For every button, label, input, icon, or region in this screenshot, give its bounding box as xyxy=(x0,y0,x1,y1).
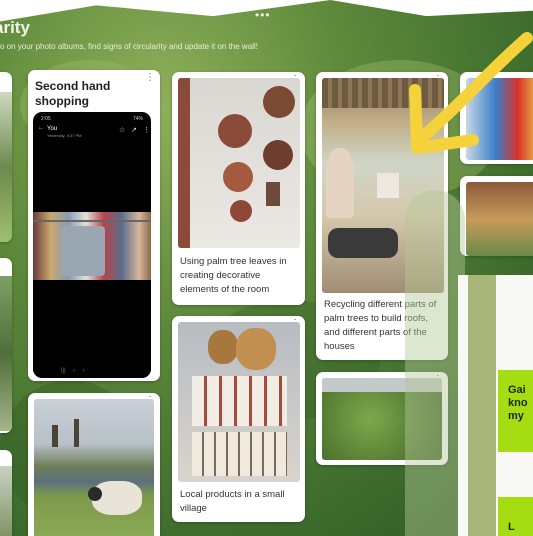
share-icon: ↗ xyxy=(131,127,137,134)
phone-status-battery: 74% xyxy=(132,116,143,122)
clothes-photo xyxy=(33,212,151,280)
board-title: arity xyxy=(0,18,30,37)
post-card[interactable] xyxy=(460,176,533,256)
post-card[interactable] xyxy=(0,258,12,433)
decor-item xyxy=(266,182,280,206)
lime-box-1: Gai kno my xyxy=(498,370,533,452)
post-image xyxy=(0,276,12,431)
post-card-local-products[interactable]: ⋮ Local products in a small village xyxy=(172,316,305,522)
local-products-photo xyxy=(178,322,300,482)
post-heading: Second hand shopping xyxy=(35,79,111,108)
china-set xyxy=(192,432,287,476)
post-image xyxy=(466,182,533,256)
china-set xyxy=(192,376,287,426)
nav-bar-icons: ||| ○ ‹ xyxy=(61,368,85,374)
sheep-head xyxy=(88,487,102,501)
person-shape xyxy=(326,148,354,218)
wall-board: arity o on your photo albums, find signs… xyxy=(0,0,533,536)
decor-circle xyxy=(218,114,252,148)
post-card-sheep[interactable]: ⋮ xyxy=(28,393,160,536)
post-card[interactable] xyxy=(0,450,12,536)
decor-circle xyxy=(263,140,293,170)
lime-text-line: Gai xyxy=(508,384,526,396)
lime-text-line: my xyxy=(508,410,524,422)
post-caption: Using palm tree leaves in creating decor… xyxy=(180,256,287,295)
decor-circle xyxy=(223,162,253,192)
phone-status-time: 2:05 xyxy=(41,116,51,122)
rack-bar xyxy=(33,220,151,222)
chair-shape xyxy=(377,173,399,198)
decor-circle xyxy=(263,86,295,118)
wall-edge xyxy=(178,78,190,248)
post-caption: Local products in a small village xyxy=(180,489,285,514)
sweater-shape xyxy=(61,226,105,276)
lime-text-line: L xyxy=(508,521,515,533)
overlay-shape xyxy=(405,190,465,536)
panel-stripe xyxy=(468,275,496,536)
next-slide-panel: Gai kno my L xyxy=(458,275,533,536)
arrow-annotation-icon xyxy=(409,32,533,154)
teddy-bear xyxy=(236,328,276,370)
more-vertical-icon: ⋮ xyxy=(143,127,150,134)
post-image xyxy=(0,466,12,536)
post-card[interactable] xyxy=(0,72,12,242)
post-card-second-hand[interactable]: ⋮ Second hand shopping 2:05 74% ← You Ye… xyxy=(28,70,160,381)
phone-contact-name: You xyxy=(47,126,58,132)
teddy-bear xyxy=(208,330,238,364)
lime-text-line: kno xyxy=(508,397,528,409)
phone-date: Yesterday, 4:37 PM xyxy=(47,133,82,138)
post-card-palm-leaves[interactable]: ⋮ Using palm tree leaves in creating dec… xyxy=(172,72,305,305)
palm-leaves-photo xyxy=(178,78,300,248)
tree-shape xyxy=(74,419,79,447)
phone-screenshot: 2:05 74% ← You Yesterday, 4:37 PM ☆ ↗ ⋮ … xyxy=(33,112,151,378)
person-shape xyxy=(328,228,398,258)
post-image xyxy=(0,92,12,242)
decor-circle xyxy=(230,200,252,222)
back-arrow-icon: ← xyxy=(38,125,44,131)
drag-handle-icon[interactable]: ••• xyxy=(255,8,271,22)
lime-box-2: L xyxy=(498,497,533,536)
more-vertical-icon[interactable]: ⋮ xyxy=(145,73,155,83)
star-icon: ☆ xyxy=(119,127,126,134)
board-subtitle: o on your photo albums, find signs of ci… xyxy=(0,42,258,51)
sheep-photo xyxy=(34,399,154,536)
tree-shape xyxy=(52,425,58,447)
